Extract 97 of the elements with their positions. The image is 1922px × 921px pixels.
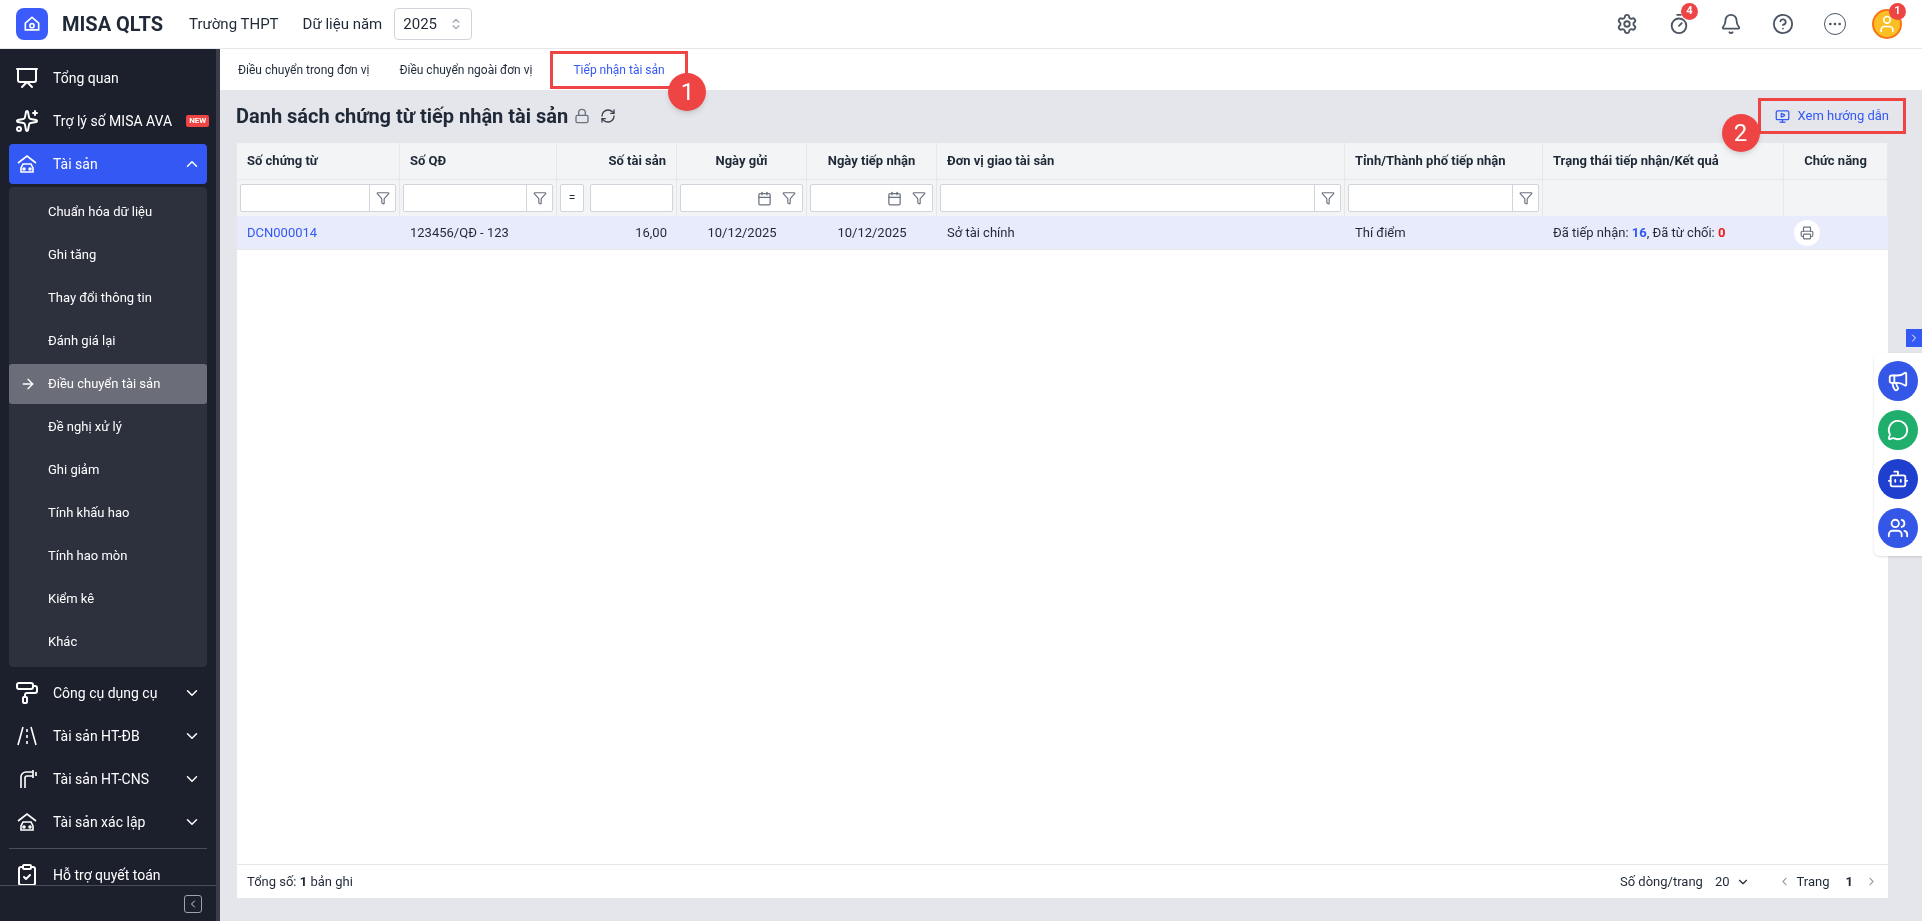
column-header[interactable]: Ngày tiếp nhận xyxy=(807,143,937,179)
print-button[interactable] xyxy=(1794,219,1820,246)
date-filter-field[interactable] xyxy=(680,184,803,212)
filter-icon[interactable] xyxy=(375,191,390,205)
table-cell-text: 16,00 xyxy=(635,223,667,242)
timer-icon[interactable] xyxy=(1668,13,1690,35)
megaphone-widget-button[interactable] xyxy=(1878,361,1918,401)
settings-icon[interactable] xyxy=(1616,13,1638,35)
calendar-icon[interactable] xyxy=(757,190,772,206)
year-select[interactable]: 2025 xyxy=(394,8,473,40)
submenu-item[interactable]: Khác xyxy=(9,622,207,662)
column-header[interactable]: Số chứng từ xyxy=(237,143,400,179)
submenu-item[interactable]: Ghi giảm xyxy=(9,450,207,490)
column-header[interactable]: Ngày gửi xyxy=(677,143,807,179)
monitor-chart-icon xyxy=(15,66,39,90)
guide-button[interactable]: Xem hướng dẫn xyxy=(1757,98,1906,134)
sidebar-item[interactable]: Tài sản HT-CNS xyxy=(9,759,207,799)
robot-widget-button[interactable] xyxy=(1878,459,1918,499)
clipboard-check-icon xyxy=(15,863,39,885)
submenu-item[interactable]: Ghi tăng xyxy=(9,235,207,275)
megaphone-icon[interactable] xyxy=(1887,370,1909,392)
column-header[interactable]: Tỉnh/Thành phố tiếp nhận xyxy=(1345,143,1543,179)
filter-field[interactable] xyxy=(240,184,396,212)
submenu-item[interactable]: Tính khấu hao xyxy=(9,493,207,533)
sidebar-item[interactable]: Tài sản HT-ĐB xyxy=(9,716,207,756)
page-size-label: Số dòng/trang xyxy=(1620,872,1703,891)
submenu-item[interactable]: Điều chuyển tài sản xyxy=(9,364,207,404)
unit-name[interactable]: Trường THPT xyxy=(189,12,279,36)
callout-number: 2 xyxy=(1721,114,1760,152)
road-icon xyxy=(15,724,39,748)
house-car-icon xyxy=(15,810,39,834)
page-label: Trang xyxy=(1796,872,1830,891)
column-header[interactable]: Số tài sản xyxy=(557,143,677,179)
chat-widget-button[interactable] xyxy=(1878,410,1918,450)
app-name: MISA QLTS xyxy=(62,11,164,38)
paint-roller-icon xyxy=(15,681,39,705)
column-header[interactable]: Đơn vị giao tài sản xyxy=(937,143,1345,179)
tab[interactable]: Điều chuyển ngoài đơn vị xyxy=(387,50,545,89)
video-icon[interactable] xyxy=(1774,108,1790,124)
voucher-link[interactable]: DCN000014 xyxy=(247,222,318,243)
table-cell-text: 10/12/2025 xyxy=(707,223,777,242)
new-badge: NEW xyxy=(186,115,210,127)
column-header[interactable]: Số QĐ xyxy=(400,143,557,179)
submenu-item[interactable]: Tính hao mòn xyxy=(9,536,207,576)
people-icon[interactable] xyxy=(1887,517,1909,539)
sidebar-item[interactable]: Công cụ dụng cụ xyxy=(9,673,207,713)
filter-icon[interactable] xyxy=(1320,191,1335,205)
status-text: Đã tiếp nhận: 16, Đã từ chối: 0 xyxy=(1553,223,1726,242)
submenu-item[interactable]: Chuẩn hóa dữ liệu xyxy=(9,192,207,232)
column-header[interactable]: Trạng thái tiếp nhận/Kết quả xyxy=(1543,143,1784,179)
page-number: 1 xyxy=(1845,872,1853,891)
people-widget-button[interactable] xyxy=(1878,508,1918,548)
house-car-icon xyxy=(15,152,39,176)
table-cell-text: Sở tài chính xyxy=(947,223,1015,242)
submenu-item[interactable]: Thay đổi thông tin xyxy=(9,278,207,318)
lock-icon[interactable] xyxy=(574,108,591,124)
refresh-icon[interactable] xyxy=(600,108,617,124)
notification-badge: 1 xyxy=(1889,3,1906,20)
tab[interactable]: Điều chuyển trong đơn vị xyxy=(226,50,382,89)
notification-badge: 4 xyxy=(1681,3,1698,20)
filter-field[interactable] xyxy=(590,184,673,212)
house-icon[interactable] xyxy=(22,14,42,34)
submenu-item[interactable]: Kiểm kê xyxy=(9,579,207,619)
callout-number: 1 xyxy=(668,73,707,111)
submenu-item[interactable]: Đề nghị xử lý xyxy=(9,407,207,447)
date-filter-field[interactable] xyxy=(810,184,933,212)
year-label: Dữ liệu năm xyxy=(302,13,383,35)
page-size-select[interactable]: 20 xyxy=(1714,871,1750,892)
robot-icon[interactable] xyxy=(1887,468,1909,490)
bell-icon[interactable] xyxy=(1720,13,1742,35)
table-cell-text: Thí điểm xyxy=(1355,223,1406,242)
filter-field[interactable] xyxy=(403,184,553,212)
sidebar-item[interactable]: Hỗ trợ quyết toán xyxy=(9,855,207,885)
sidebar-item[interactable]: Tài sản xác lập xyxy=(9,802,207,842)
filter-field[interactable] xyxy=(1348,184,1539,212)
table-cell-text: 123456/QĐ - 123 xyxy=(410,223,509,242)
column-header[interactable]: Chức năng xyxy=(1784,143,1888,179)
submenu-item[interactable]: Đánh giá lại xyxy=(9,321,207,361)
sidebar-item[interactable]: Tổng quan xyxy=(9,58,207,98)
print-icon[interactable] xyxy=(1800,225,1814,240)
calendar-icon[interactable] xyxy=(887,190,902,206)
operator-button[interactable]: = xyxy=(560,184,584,212)
help-icon[interactable] xyxy=(1772,13,1794,35)
total-records: Tổng số: 1 bản ghi xyxy=(247,872,353,891)
filter-icon[interactable] xyxy=(532,191,547,205)
filter-field[interactable] xyxy=(940,184,1341,212)
filter-icon[interactable] xyxy=(1518,191,1533,205)
chat-icon[interactable] xyxy=(1887,419,1909,441)
filter-icon[interactable] xyxy=(782,191,796,205)
sidebar-item[interactable]: Tài sản xyxy=(9,144,207,184)
table-cell-text: 10/12/2025 xyxy=(837,223,907,242)
table-row[interactable]: DCN000014 123456/QĐ - 123 16,00 10/12/2025 10/12/2025 Sở tài chính Thí điểm Đã tiếp nhận: 16, Đã từ chối: 0 xyxy=(237,216,1888,250)
filter-icon[interactable] xyxy=(912,191,926,205)
sidebar-item[interactable]: Trợ lý số MISA AVA NEW xyxy=(9,101,207,141)
app-logo[interactable] xyxy=(16,8,48,40)
page-title: Danh sách chứng từ tiếp nhận tài sản xyxy=(236,103,569,130)
sparkle-icon xyxy=(15,109,39,133)
